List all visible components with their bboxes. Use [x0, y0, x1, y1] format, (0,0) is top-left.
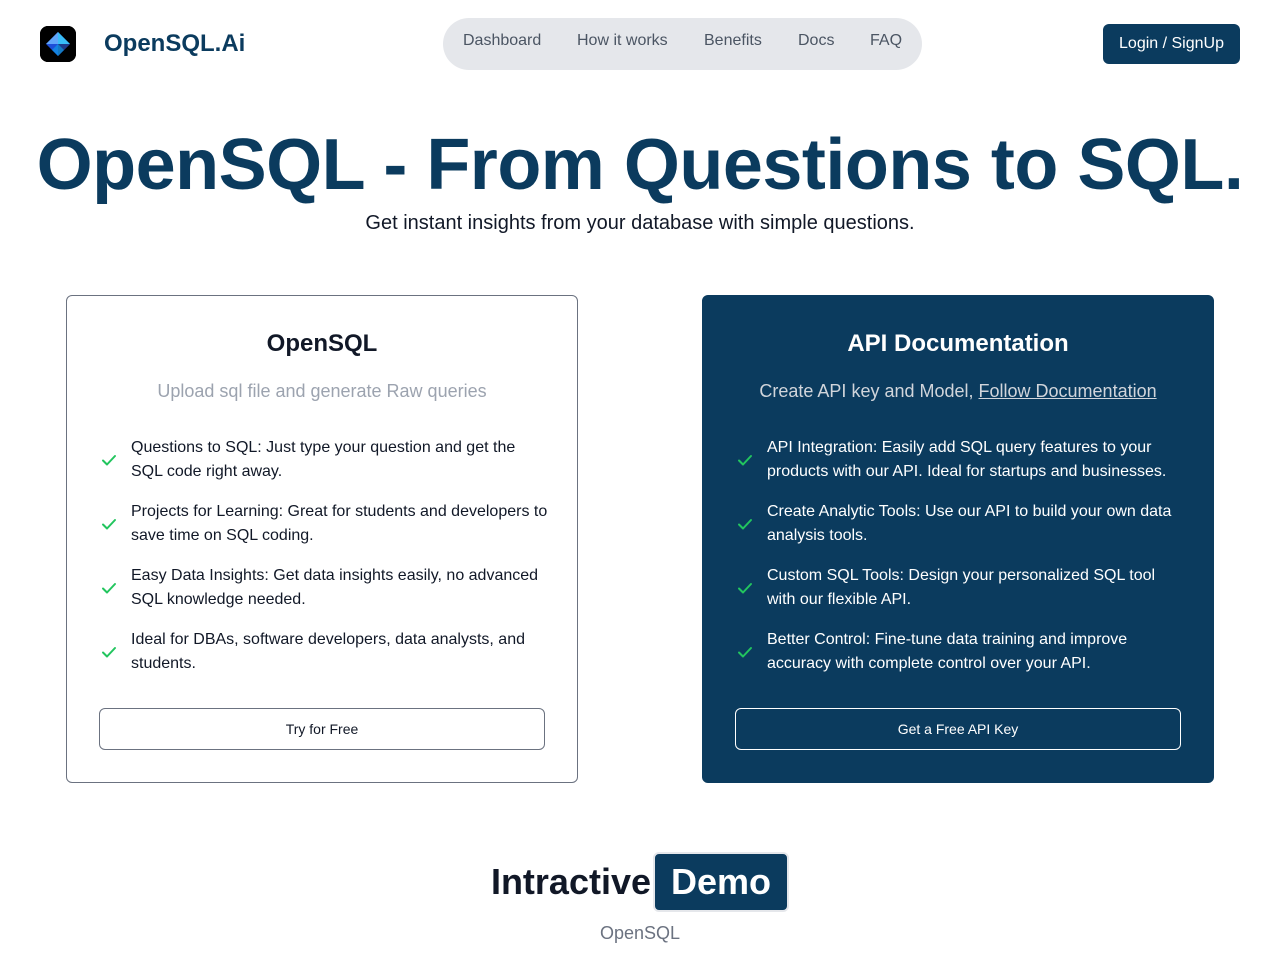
feature-text: Create Analytic Tools: Use our API to bu… [767, 503, 1172, 544]
feature-text: Questions to SQL: Just type your questio… [131, 439, 516, 480]
check-icon [102, 647, 116, 658]
card-description-text: Create API key and Model, [759, 381, 979, 401]
site-header: OpenSQL.Ai Dashboard How it works Benefi… [0, 0, 1280, 88]
check-icon [102, 519, 116, 530]
feature-item: Better Control: Fine-tune data training … [735, 628, 1185, 676]
card-description: Create API key and Model, Follow Documen… [703, 379, 1213, 403]
feature-item: API Integration: Easily add SQL query fe… [735, 436, 1185, 484]
check-icon [738, 583, 752, 594]
feature-text: Ideal for DBAs, software developers, dat… [131, 631, 525, 672]
check-icon [102, 583, 116, 594]
demo-heading-word: Intractive [490, 861, 652, 902]
feature-item: Easy Data Insights: Get data insights ea… [99, 564, 549, 612]
feature-item: Create Analytic Tools: Use our API to bu… [735, 500, 1185, 548]
check-icon [738, 455, 752, 466]
feature-text: Custom SQL Tools: Design your personaliz… [767, 567, 1156, 608]
nav-dashboard[interactable]: Dashboard [463, 18, 541, 70]
api-documentation-card: API Documentation Create API key and Mod… [702, 295, 1214, 783]
nav-how-it-works[interactable]: How it works [577, 18, 668, 70]
demo-heading-badge: Demo [653, 852, 790, 912]
hero-subtitle: Get instant insights from your database … [365, 212, 915, 234]
feature-item: Custom SQL Tools: Design your personaliz… [735, 564, 1185, 612]
card-title: API Documentation [847, 330, 1069, 357]
nav-docs[interactable]: Docs [798, 18, 834, 70]
feature-item: Projects for Learning: Great for student… [99, 500, 549, 548]
card-description: Upload sql file and generate Raw queries [157, 381, 487, 401]
card-title: OpenSQL [266, 330, 378, 357]
nav-benefits[interactable]: Benefits [704, 18, 762, 70]
demo-subtitle: OpenSQL [599, 923, 681, 943]
check-icon [102, 455, 116, 466]
opensql-card: OpenSQL Upload sql file and generate Raw… [66, 295, 578, 783]
try-for-free-button[interactable]: Try for Free [99, 708, 545, 750]
demo-heading: Intractive Demo [0, 852, 1280, 912]
check-icon [738, 647, 752, 658]
main-nav: Dashboard How it works Benefits Docs FAQ [443, 18, 922, 70]
feature-item: Questions to SQL: Just type your questio… [99, 436, 549, 484]
get-free-api-key-button[interactable]: Get a Free API Key [735, 708, 1181, 750]
feature-text: Easy Data Insights: Get data insights ea… [131, 567, 539, 608]
feature-text: Better Control: Fine-tune data training … [767, 631, 1128, 672]
feature-text: API Integration: Easily add SQL query fe… [767, 439, 1167, 480]
hero-title: OpenSQL - From Questions to SQL. [36, 125, 1244, 205]
feature-item: Ideal for DBAs, software developers, dat… [99, 628, 549, 676]
check-icon [738, 519, 752, 530]
follow-documentation-link[interactable]: Follow Documentation [979, 381, 1157, 401]
feature-text: Projects for Learning: Great for student… [131, 503, 548, 544]
nav-faq[interactable]: FAQ [870, 18, 902, 70]
diamond-logo-icon[interactable] [40, 26, 76, 62]
login-signup-button[interactable]: Login / SignUp [1103, 24, 1240, 64]
brand-name[interactable]: OpenSQL.Ai [104, 30, 245, 58]
